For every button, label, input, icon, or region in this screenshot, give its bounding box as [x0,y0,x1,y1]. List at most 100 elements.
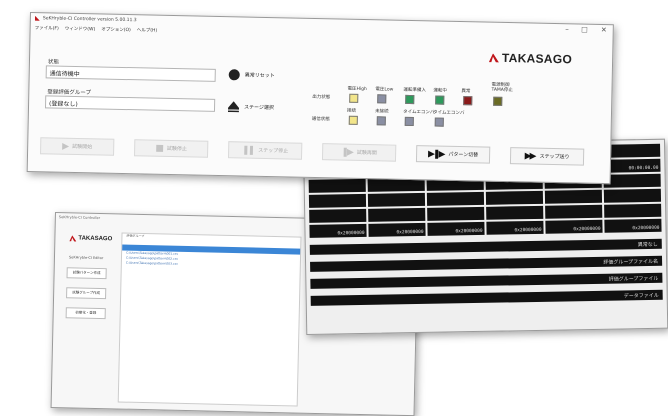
step-pause-button[interactable]: ❚❚ ステップ停止 [227,141,303,160]
led-label-error: 異常 [461,89,471,95]
grid-cell-value: 0x20000000 [573,226,601,233]
error-status-text: 異常なし [637,241,658,249]
reset-button[interactable]: 異常リセット [228,69,275,81]
grid-cell [309,208,367,223]
grid-cell [308,193,367,208]
pattern-switch-label: パターン切替 [448,151,479,159]
led-power [493,96,503,106]
menu-options[interactable]: オプション(O) [101,26,131,33]
grid-cell: 0x20000000 [368,222,426,237]
takasago-logo-mark [489,53,499,62]
launcher-info: SeKHryble-CI Editor [68,255,104,261]
menu-file[interactable]: ファイル(F) [35,25,59,32]
launcher-logo-text: TAKASAGO [78,235,113,243]
close-icon[interactable]: ✕ [601,26,607,34]
grid-cell [308,178,366,193]
skip-icon: ▶❚▶ [427,148,444,160]
led-timeout-b [434,117,444,127]
window-title: SeKHryble-CI Controller version 5.00.11.… [42,15,137,23]
led-label-timeout-b: タイムエコンバ [432,110,465,117]
takasago-logo-text: TAKASAGO [501,50,573,67]
menu-help[interactable]: ヘルプ(H) [137,27,158,33]
status-label: 状態 [47,59,60,66]
grid-cell [367,192,426,207]
init-register-button[interactable]: 初期化・登録 [65,307,106,320]
controller-window: SeKHryble-CI Controller version 5.00.11.… [26,12,614,185]
reset-button-label: 異常リセット [244,72,275,80]
pause-icon: ❚❚ [241,144,254,156]
group-list-header: 評価グループ [126,233,145,239]
grid-cell: 0x20000000 [486,220,544,235]
grid-cell-value: 0x20000000 [455,228,483,235]
data-file-text: データファイル [623,292,659,300]
stop-test-button[interactable]: ■ 試験停止 [134,139,209,158]
grid-cell [486,205,544,220]
launcher-logo: TAKASAGO [69,235,112,242]
led-connected [348,115,358,125]
led-label-timeout-a: タイムエコンバ [402,109,435,116]
led-label-disconnected: 未接続 [374,109,389,115]
create-pattern-button[interactable]: 試験パターン作成 [66,267,107,280]
grid-cell [603,188,662,203]
led-error [463,96,473,106]
group-file-text: 評価グループファイル [608,275,659,283]
led-disconnected [376,116,386,126]
led-timeout-a [404,116,414,127]
status-field: 通信待機中 [45,65,216,82]
grid-cell: 0x20000000 [427,221,485,236]
step-pause-label: ステップ停止 [258,147,289,155]
group-field: (登録なし) [44,95,216,112]
led-running [435,95,445,105]
grid-cell [426,191,485,206]
step-forward-button[interactable]: ▶▶ ステップ送り [509,147,585,166]
grid-cell-value: 0x20000000 [514,227,542,234]
maximize-icon[interactable]: □ [581,26,588,34]
led-volt-low [377,94,387,104]
takasago-logo: TAKASAGO [489,50,573,67]
reset-icon [228,69,240,81]
grid-cell: 0x20000000 [545,219,603,234]
led-label-power: 電源制御 TAMA停止 [491,82,513,94]
group-list-panel: 評価グループ C:\Users\Takasago\pattern\001.csv… [117,232,302,407]
stop-icon: ■ [155,143,163,154]
comm-state-label: 通信状態 [311,116,330,123]
led-ready [405,94,415,105]
grid-cell [485,190,544,205]
resume-icon: ❚▶ [341,147,352,158]
resume-test-label: 試験再開 [356,149,377,157]
app-icon [35,16,40,21]
grid-cell [427,206,485,221]
grid-cell [603,173,661,188]
step-forward-label: ステップ送り [539,153,570,161]
stage-select-label: ステージ選択 [243,104,275,112]
led-volt-high [349,93,359,103]
menu-window[interactable]: ウィンドウ(W) [65,25,96,32]
grid-cell [368,207,426,222]
eject-icon [228,101,239,112]
grid-cell-value: 0x20000000 [337,230,365,237]
start-test-label: 試験開始 [72,143,93,151]
launcher-logo-mark [69,235,76,241]
minimize-icon[interactable]: – [565,25,569,33]
grid-cell-value: 0x20000000 [396,229,424,236]
grid-cell-value: 0x20000000 [632,225,660,232]
fast-forward-icon: ▶▶ [524,150,535,162]
grid-cell: 0x20000000 [309,223,367,238]
led-label-volt-high: 電圧High [347,86,367,93]
grid-cell [545,204,603,219]
pattern-switch-button[interactable]: ▶❚▶ パターン切替 [415,145,491,164]
grid-cell [544,189,603,204]
grid-cell [603,143,661,158]
resume-test-button[interactable]: ❚▶ 試験再開 [321,143,397,162]
group-file-name-text: 評価グループファイル名 [603,258,659,266]
led-label-ready: 運転準備入 [403,87,426,94]
stop-test-label: 試験停止 [166,145,187,153]
grid-cell: 00:00:00.00 [603,158,661,173]
create-group-button[interactable]: 試験グループ作成 [66,287,107,300]
led-label-running: 運転中 [433,88,447,94]
led-label-connected: 接続 [346,108,357,114]
play-icon: ▶ [62,141,68,152]
start-test-button[interactable]: ▶ 試験開始 [40,137,115,156]
stage-select-button[interactable]: ステージ選択 [228,101,274,113]
grid-cell-value: 00:00:00.00 [628,165,659,172]
